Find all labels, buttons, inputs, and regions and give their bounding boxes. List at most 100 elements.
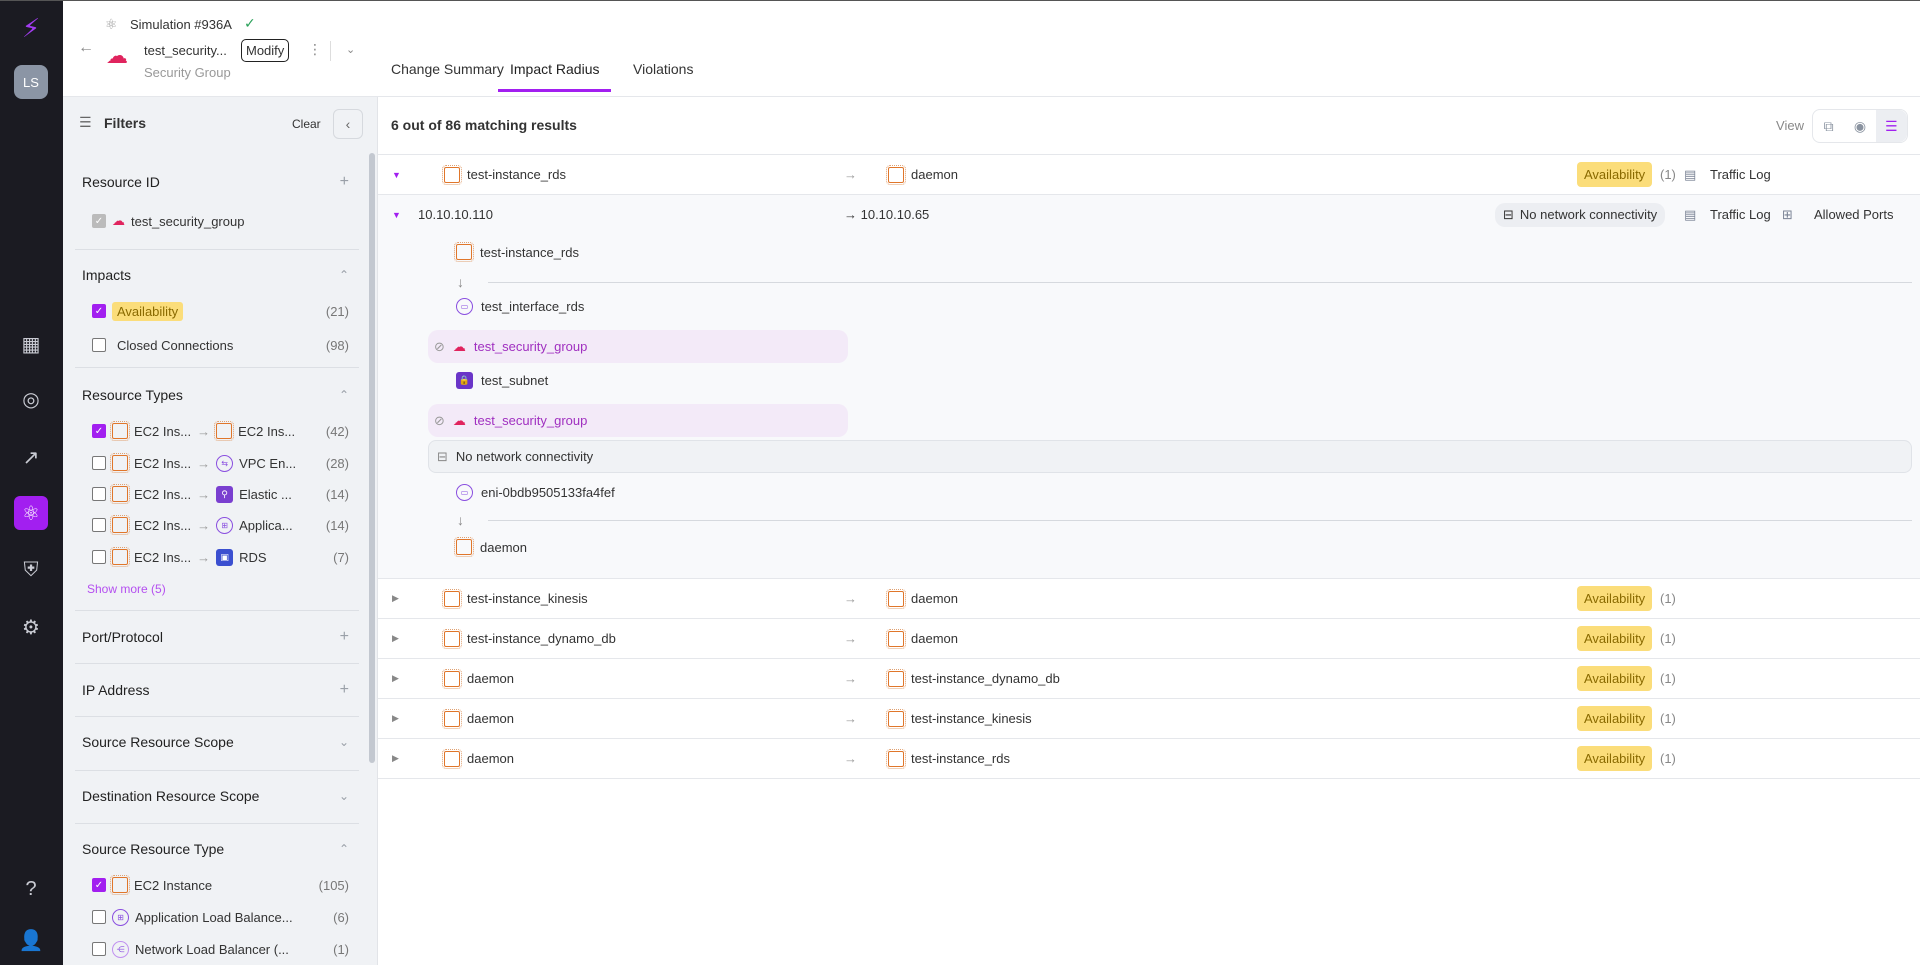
view-switcher: ⧉ ◉ ☰ (1812, 109, 1908, 143)
section-resource-id[interactable]: Resource ID + (82, 173, 349, 191)
tab-violations[interactable]: Violations (633, 61, 693, 89)
section-title: Source Resource Type (82, 841, 225, 857)
section-impacts[interactable]: Impacts ⌃ (82, 267, 349, 283)
ec2-icon (110, 453, 130, 473)
checkbox[interactable]: ✓ (92, 424, 106, 438)
table-row[interactable]: ▶ daemon → test-instance_dynamo_db Avail… (378, 659, 1920, 699)
checkbox[interactable] (92, 910, 106, 924)
network-load-balancer-icon: ⋲ (112, 940, 129, 958)
settings-icon[interactable]: ⚙ (14, 610, 48, 644)
chevron-up-icon[interactable]: ⌃ (339, 842, 349, 856)
scrollbar[interactable] (369, 153, 375, 763)
dest-name: daemon (911, 631, 958, 646)
table-row[interactable]: ▶ test-instance_kinesis → daemon Availab… (378, 579, 1920, 619)
collapse-panel-button[interactable]: ‹ (333, 109, 363, 139)
caret-right-icon[interactable]: ▶ (392, 713, 399, 724)
clear-button[interactable]: Clear (292, 117, 321, 131)
chevron-up-icon[interactable]: ⌃ (339, 268, 349, 282)
show-more-link[interactable]: Show more (5) (87, 582, 166, 596)
radial-view-icon[interactable]: ◉ (1844, 110, 1875, 142)
chevron-down-icon[interactable]: ⌄ (339, 789, 349, 803)
traffic-log-link[interactable]: Traffic Log (1710, 167, 1771, 182)
source-name: test-instance_dynamo_db (467, 631, 616, 646)
traffic-log-icon[interactable]: ▤ (1684, 167, 1696, 183)
help-icon[interactable]: ? (14, 872, 48, 906)
filter-item[interactable]: ⋲ Network Load Balancer (... (1) (92, 938, 349, 960)
filter-item[interactable]: EC2 Ins... → ⇆ VPC En... (28) (92, 452, 349, 474)
table-row[interactable]: ▶ test-instance_dynamo_db → daemon Avail… (378, 619, 1920, 659)
avatar[interactable]: LS (14, 65, 48, 99)
checkbox[interactable]: ✓ (92, 214, 106, 228)
list-view-icon[interactable]: ☰ (1875, 110, 1907, 142)
tab-impact-radius[interactable]: Impact Radius (498, 61, 612, 92)
shield-icon[interactable]: ⛨ (14, 553, 48, 587)
allowed-ports-icon[interactable]: ⊞ (1782, 207, 1793, 223)
section-destination-scope[interactable]: Destination Resource Scope ⌄ (82, 788, 349, 804)
checkbox[interactable] (92, 550, 106, 564)
checkbox[interactable]: ✓ (92, 878, 106, 892)
analytics-icon[interactable]: ↗ (14, 440, 48, 474)
path-step-blocking[interactable]: ⊘ ☁ test_security_group (428, 330, 848, 363)
table-row[interactable]: ▶ daemon → test-instance_rds Availabilit… (378, 739, 1920, 779)
source-name: test-instance_rds (467, 167, 566, 182)
simulation-icon[interactable]: ⚛ (14, 496, 48, 530)
traffic-log-link[interactable]: Traffic Log (1710, 207, 1771, 222)
section-ip-address[interactable]: IP Address + (82, 681, 349, 699)
checkbox[interactable] (92, 518, 106, 532)
ec2-icon (442, 628, 462, 649)
plus-icon[interactable]: + (340, 173, 349, 191)
path-step-blocking[interactable]: ⊘ ☁ test_security_group (428, 404, 848, 437)
filter-item[interactable]: ✓ Availability (21) (92, 300, 349, 322)
checkbox[interactable] (92, 456, 106, 470)
dashboard-icon[interactable]: ▦ (14, 327, 48, 361)
app-logo-icon[interactable]: ⚡ (14, 11, 48, 45)
filter-item[interactable]: ✓ EC2 Ins... → EC2 Ins... (42) (92, 420, 349, 442)
modify-button[interactable]: Modify (241, 39, 290, 62)
impact-count: (1) (1660, 751, 1676, 766)
chevron-up-icon[interactable]: ⌃ (339, 388, 349, 402)
caret-down-icon[interactable]: ▼ (392, 210, 401, 220)
filter-item[interactable]: EC2 Ins... → ▣ RDS (7) (92, 546, 349, 568)
caret-right-icon[interactable]: ▶ (392, 673, 399, 684)
filter-item[interactable]: ⊞ Application Load Balance... (6) (92, 906, 349, 928)
arrow-icon: → (197, 455, 211, 471)
dest-ip: → 10.10.10.65 (844, 207, 930, 222)
more-icon[interactable]: ⋮ (308, 41, 322, 58)
plus-icon[interactable]: + (340, 628, 349, 646)
filter-item[interactable]: EC2 Ins... → ⊞ Applica... (14) (92, 514, 349, 536)
user-icon[interactable]: 👤 (14, 923, 48, 957)
chevron-down-icon[interactable]: ⌄ (339, 735, 349, 749)
table-row[interactable]: ▶ daemon → test-instance_kinesis Availab… (378, 699, 1920, 739)
compass-icon[interactable]: ◎ (14, 382, 48, 416)
arrow-down-icon: ↓ (457, 512, 464, 528)
caret-down-icon[interactable]: ▼ (392, 170, 401, 180)
plus-icon[interactable]: + (340, 681, 349, 699)
filter-item[interactable]: Closed Connections (98) (92, 334, 349, 356)
section-port-protocol[interactable]: Port/Protocol + (82, 628, 349, 646)
table-row[interactable]: ▼ test-instance_rds → daemon Availabilit… (378, 155, 1920, 195)
caret-right-icon[interactable]: ▶ (392, 593, 399, 604)
filter-item[interactable]: EC2 Ins... → ⚲ Elastic ... (14) (92, 483, 349, 505)
path-step: daemon (454, 537, 527, 557)
checkbox[interactable] (92, 338, 106, 352)
graph-view-icon[interactable]: ⧉ (1813, 110, 1844, 142)
caret-right-icon[interactable]: ▶ (392, 633, 399, 644)
connection-row[interactable]: ▼ 10.10.10.110 → 10.10.10.65 ⊟ No network… (378, 195, 1920, 235)
tab-change-summary[interactable]: Change Summary (391, 61, 504, 89)
back-arrow-icon[interactable]: ← (78, 39, 94, 57)
filter-item[interactable]: ✓ EC2 Instance (105) (92, 874, 349, 896)
filter-item[interactable]: ✓ ☁ test_security_group (92, 210, 349, 232)
blocked-icon: ⊘ (434, 338, 445, 354)
section-source-scope[interactable]: Source Resource Scope ⌄ (82, 734, 349, 750)
chevron-down-icon[interactable]: ⌄ (346, 43, 355, 56)
allowed-ports-link[interactable]: Allowed Ports (1814, 207, 1893, 222)
step-label: daemon (480, 539, 527, 555)
section-source-resource-type[interactable]: Source Resource Type ⌃ (82, 841, 349, 857)
traffic-log-icon[interactable]: ▤ (1684, 207, 1696, 223)
caret-right-icon[interactable]: ▶ (392, 753, 399, 764)
checkbox[interactable] (92, 942, 106, 956)
section-resource-types[interactable]: Resource Types ⌃ (82, 387, 349, 403)
checkbox[interactable] (92, 487, 106, 501)
section-title: Impacts (82, 267, 132, 283)
checkbox[interactable]: ✓ (92, 304, 106, 318)
